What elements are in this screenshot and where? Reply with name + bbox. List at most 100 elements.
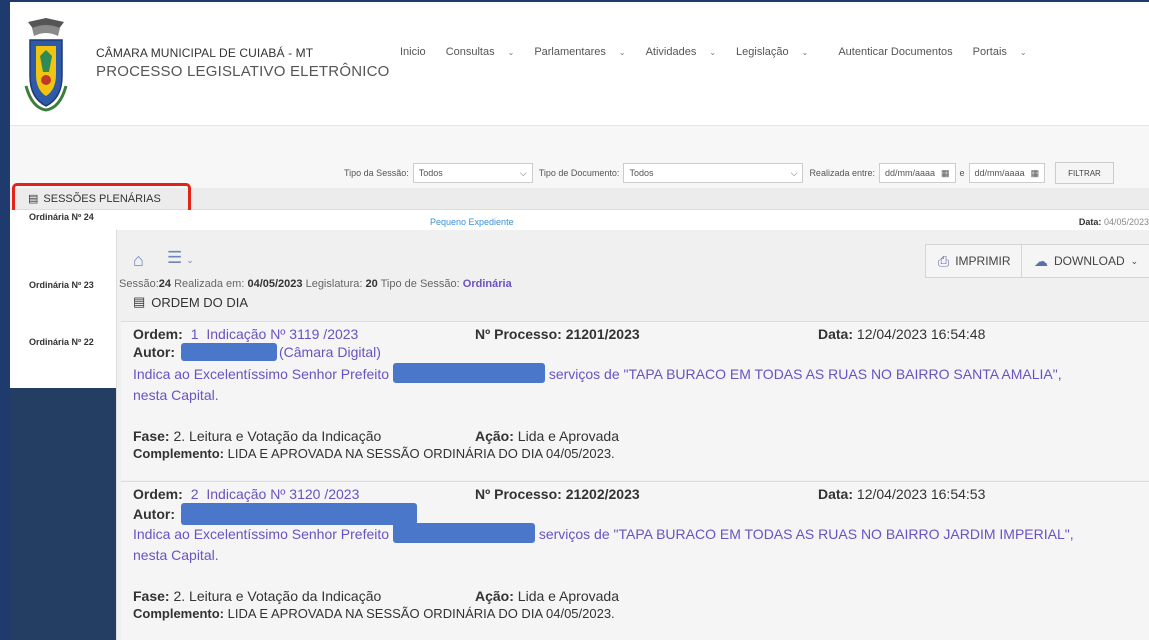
- session-row-top: Pequeno Expediente Data: 04/05/2023: [116, 210, 1149, 230]
- redacted-text: [392, 523, 535, 543]
- window-left-border: [0, 0, 10, 640]
- pequeno-expediente-link[interactable]: Pequeno Expediente: [430, 217, 514, 227]
- tipo-documento-select[interactable]: Todos ⌵: [623, 163, 804, 183]
- sessao-value: 24: [158, 278, 171, 290]
- fase-label: Fase:: [133, 428, 170, 444]
- chevron-down-icon: ⌄: [709, 48, 717, 57]
- desc-line2: nesta Capital.: [133, 547, 219, 563]
- ordem-label: Ordem:: [133, 486, 183, 502]
- autor-line: Autor: (Câmara Digital): [133, 343, 381, 361]
- nav-label: Autenticar Documentos: [838, 46, 953, 58]
- nav-legislacao[interactable]: Legislação ⌄: [736, 46, 818, 58]
- nav-parlamentares[interactable]: Parlamentares ⌄: [534, 46, 635, 58]
- data-value: 12/04/2023 16:54:53: [856, 486, 986, 502]
- item-date: Data: 12/04/2023 16:54:48: [818, 326, 985, 342]
- autor-line: Autor:: [133, 503, 419, 525]
- fase-label: Fase:: [133, 588, 170, 604]
- download-button[interactable]: ☁ DOWNLOAD ⌄: [1021, 244, 1149, 278]
- home-icon[interactable]: ⌂: [133, 250, 144, 271]
- acao-label: Ação:: [475, 428, 514, 444]
- acao-line: Ação: Lida e Aprovada: [475, 588, 619, 604]
- select-value: Todos: [629, 168, 654, 178]
- comp-value: LIDA E APROVADA NA SESSÃO ORDINÁRIA DO D…: [227, 606, 615, 621]
- ordem-do-dia-panel: ⌂ ☰ ⌄ ⎙ IMPRIMIR ☁ DOWNLOAD ⌄ Sessão:24 R…: [116, 230, 1149, 640]
- printer-icon: ⎙: [938, 252, 950, 269]
- nav-inicio[interactable]: Inicio: [400, 46, 436, 58]
- filtrar-button[interactable]: FILTRAR: [1055, 162, 1114, 184]
- complemento-line: Complemento: LIDA E APROVADA NA SESSÃO O…: [133, 446, 615, 461]
- ordem-do-dia-title: ▤ ORDEM DO DIA: [133, 294, 248, 310]
- session-item-24[interactable]: Ordinária Nº 24: [29, 212, 94, 222]
- nav-label: Parlamentares: [534, 46, 606, 58]
- nav-consultas[interactable]: Consultas ⌄: [446, 46, 525, 58]
- chevron-down-icon: ⌵: [790, 167, 798, 178]
- date-placeholder: dd/mm/aaaa: [884, 168, 936, 178]
- tipo-sessao-select[interactable]: Todos ⌵: [412, 163, 533, 183]
- download-label: DOWNLOAD: [1054, 254, 1125, 268]
- session-info: Sessão:24 Realizada em: 04/05/2023 Legis…: [119, 278, 512, 290]
- nav-autenticar[interactable]: Autenticar Documentos: [838, 46, 962, 58]
- fase-line: Fase: 2. Leitura e Votação da Indicação: [133, 428, 381, 444]
- calendar-icon[interactable]: ▦: [941, 168, 950, 179]
- panel-toolbar: ⌂ ☰ ⌄ ⎙ IMPRIMIR ☁ DOWNLOAD ⌄: [117, 240, 1149, 282]
- desc-line2: nesta Capital.: [133, 387, 219, 403]
- ordem-item: Ordem: 1 Indicação Nº 3119 /2023 Nº Proc…: [121, 321, 1149, 480]
- fase-value: 2. Leitura e Votação da Indicação: [173, 428, 382, 444]
- ordem-line: Ordem: 1 Indicação Nº 3119 /2023: [133, 326, 358, 342]
- realizada-value: 04/05/2023: [247, 278, 303, 290]
- list-box-icon: ▤: [28, 193, 39, 205]
- tipo-sessao-label: Tipo da Sessão:: [344, 168, 409, 178]
- autor-suffix: (Câmara Digital): [279, 344, 381, 360]
- complemento-line: Complemento: LIDA E APROVADA NA SESSÃO O…: [133, 606, 615, 621]
- session-sidebar: Ordinária Nº 24 Ordinária Nº 23 Ordinári…: [10, 210, 116, 640]
- tipo-documento-label: Tipo de Documento:: [538, 168, 620, 178]
- chevron-down-icon: ⌄: [1019, 48, 1027, 57]
- comp-value: LIDA E APROVADA NA SESSÃO ORDINÁRIA DO D…: [227, 446, 615, 461]
- ordem-label: Ordem:: [133, 326, 183, 342]
- autor-label: Autor:: [133, 344, 175, 360]
- redacted-author: [181, 503, 417, 525]
- calendar-icon[interactable]: ▦: [1031, 168, 1040, 179]
- realizada-label: Realizada entre:: [809, 168, 875, 178]
- redacted-text: [392, 363, 545, 383]
- data-label: Data:: [818, 326, 854, 342]
- indicacao-link[interactable]: Indicação Nº 3119 /2023: [206, 326, 358, 342]
- acao-value: Lida e Aprovada: [517, 428, 619, 444]
- section-title: SESSÕES PLENÁRIAS: [43, 192, 161, 205]
- session-item-23[interactable]: Ordinária Nº 23: [29, 280, 94, 290]
- indicacao-link[interactable]: Indicação Nº 3120 /2023: [206, 486, 359, 502]
- processo-number: Nº Processo: 21201/2023: [475, 326, 640, 342]
- imprimir-label: IMPRIMIR: [955, 254, 1011, 268]
- list-menu-icon[interactable]: ☰ ⌄: [167, 248, 194, 268]
- item-description: Indica ao Excelentíssimo Senhor Prefeito…: [133, 523, 1133, 566]
- legislatura-value: 20: [365, 278, 378, 290]
- chevron-down-icon: ⌄: [618, 48, 626, 57]
- tipo-label: Tipo de Sessão:: [380, 278, 460, 290]
- nav-portais[interactable]: Portais ⌄: [973, 46, 1037, 58]
- ordem-title-text: ORDEM DO DIA: [151, 294, 249, 310]
- session-item-22[interactable]: Ordinária Nº 22: [29, 337, 94, 347]
- date-to-input[interactable]: dd/mm/aaaa ▦: [968, 163, 1046, 183]
- acao-label: Ação:: [475, 588, 514, 604]
- date-placeholder: dd/mm/aaaa: [974, 168, 1025, 178]
- data-label: Data:: [818, 486, 854, 502]
- desc-pre: Indica ao Excelentíssimo Senhor Prefeito: [133, 366, 390, 382]
- nav-label: Atividades: [645, 46, 697, 58]
- org-title: CÂMARA MUNICIPAL DE CUIABÁ - MT PROCESSO…: [96, 46, 390, 80]
- nav-atividades[interactable]: Atividades ⌄: [646, 46, 726, 58]
- redacted-author: [181, 343, 277, 361]
- ordem-num: 2: [190, 486, 199, 502]
- item-description: Indica ao Excelentíssimo Senhor Prefeito…: [133, 363, 1133, 406]
- ordem-num: 1: [190, 326, 199, 342]
- acao-value: Lida e Aprovada: [517, 588, 619, 604]
- data-value: 12/04/2023 16:54:48: [856, 326, 986, 342]
- imprimir-button[interactable]: ⎙ IMPRIMIR: [925, 244, 1024, 278]
- nav-label: Consultas: [445, 46, 495, 58]
- fase-value: 2. Leitura e Votação da Indicação: [173, 588, 382, 604]
- nav-label: Inicio: [400, 46, 426, 58]
- coat-of-arms-logo[interactable]: [22, 16, 70, 112]
- chevron-down-icon: ⌄: [801, 48, 809, 57]
- tipo-value: Ordinária: [462, 278, 512, 290]
- processo-number: Nº Processo: 21202/2023: [475, 486, 640, 502]
- date-from-input[interactable]: dd/mm/aaaa ▦: [878, 163, 956, 183]
